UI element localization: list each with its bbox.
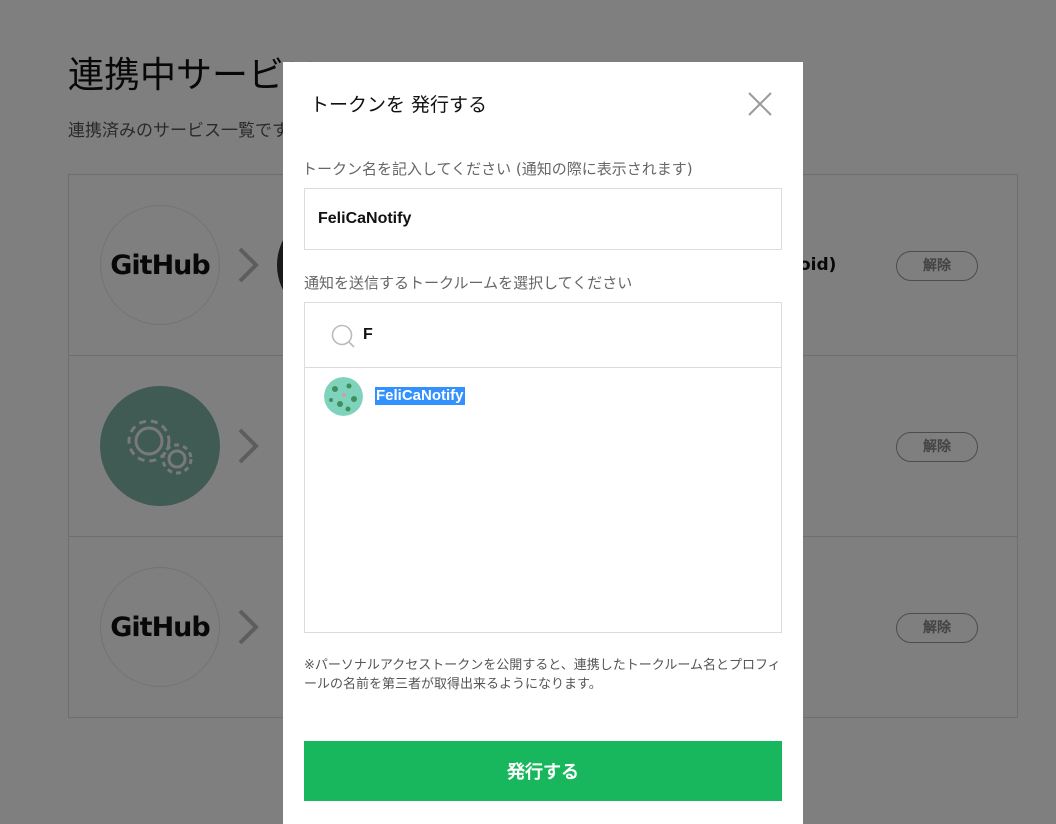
- issue-token-modal: トークンを 発行する トークン名を記入してください (通知の際に表示されます) …: [283, 62, 803, 824]
- token-name-input[interactable]: [304, 188, 782, 250]
- close-icon[interactable]: [745, 89, 775, 119]
- privacy-notice: ※パーソナルアクセストークンを公開すると、連携したトークルーム名とプロフィールの…: [304, 658, 781, 692]
- search-icon: [331, 324, 355, 348]
- room-search-input[interactable]: [363, 317, 753, 353]
- room-name: FeliCaNotify: [375, 387, 465, 405]
- room-search-row: [305, 303, 781, 368]
- room-avatar: [324, 377, 363, 416]
- token-name-label: トークン名を記入してください (通知の際に表示されます): [302, 160, 693, 178]
- modal-title: トークンを 発行する: [310, 94, 488, 116]
- room-list-item[interactable]: FeliCaNotify: [305, 369, 781, 425]
- issue-button[interactable]: 発行する: [304, 741, 782, 801]
- room-select-label: 通知を送信するトークルームを選択してください: [304, 274, 633, 292]
- room-select-box: FeliCaNotify: [304, 302, 782, 633]
